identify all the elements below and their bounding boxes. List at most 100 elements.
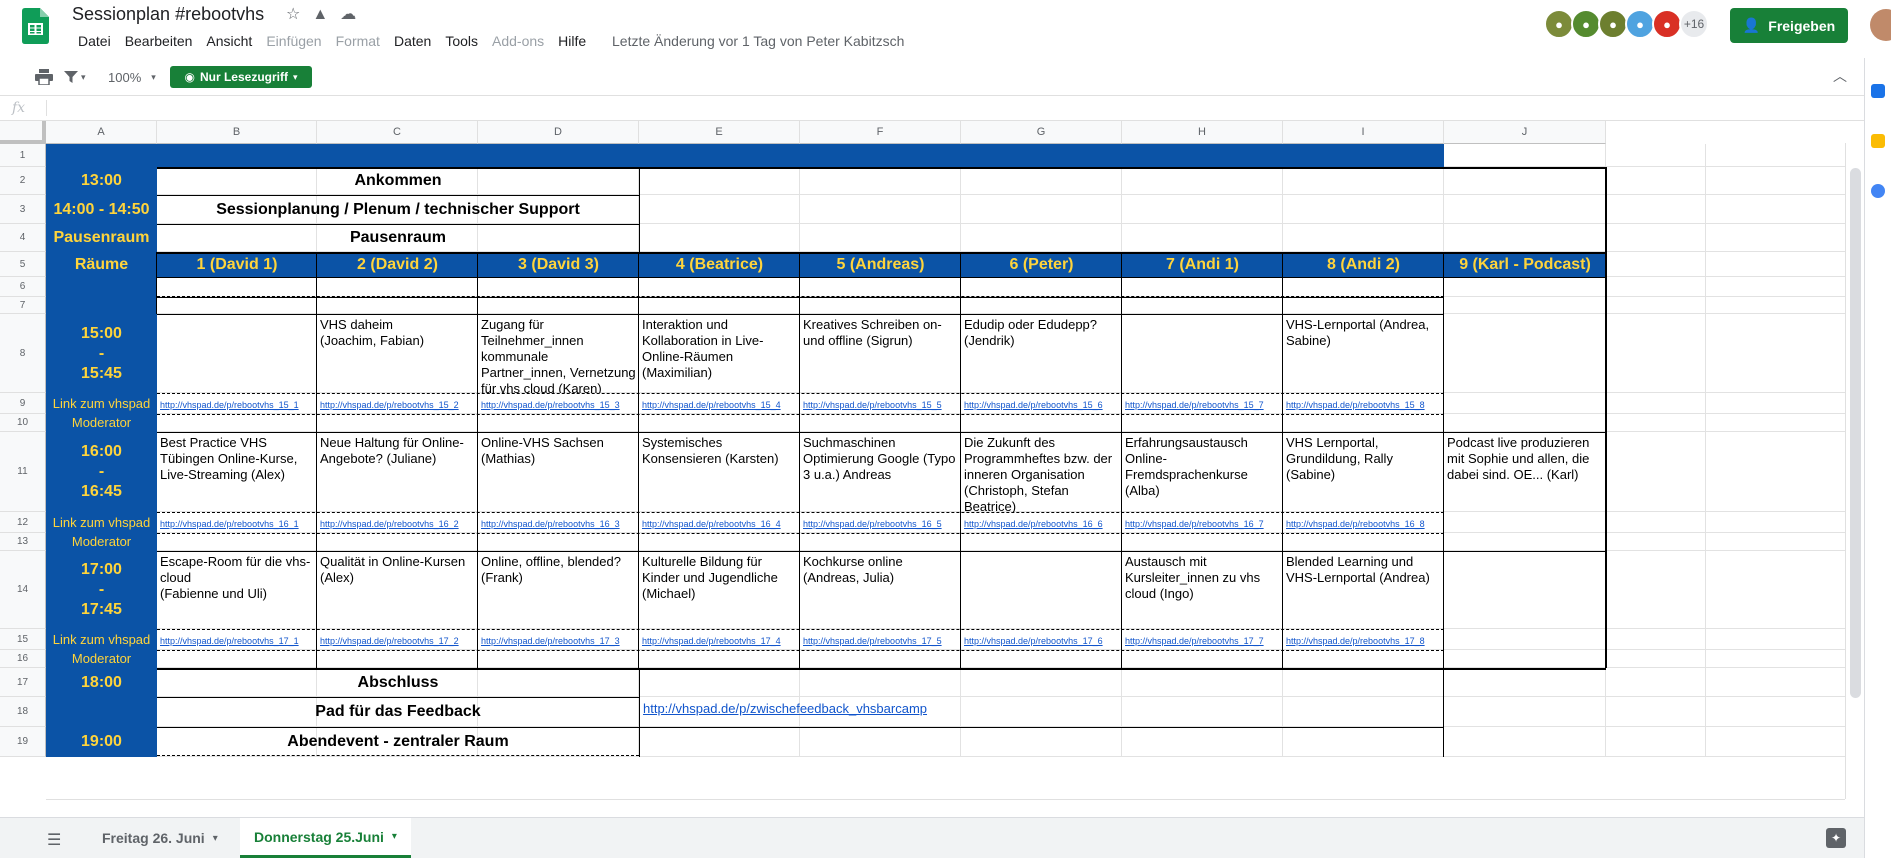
menu-hilfe[interactable]: Hilfe [551,32,593,50]
all-sheets-icon[interactable]: ☰ [47,830,61,850]
account-avatar[interactable] [1870,9,1891,41]
menu-format[interactable]: Format [329,32,387,50]
sheets-logo-icon[interactable] [22,8,49,44]
slot-time-17-00[interactable]: 17:00 - 17:45 [46,551,157,629]
row-header-9[interactable]: 9 [0,393,46,414]
row-header-19[interactable]: 19 [0,727,46,757]
vhspad-link[interactable]: http://vhspad.de/p/rebootvhs_15_7 [1122,393,1283,414]
vhspad-link[interactable]: http://vhspad.de/p/rebootvhs_16_4 [639,512,800,533]
menu-datei[interactable]: Datei [71,32,118,50]
session-cell[interactable]: Podcast live produzieren mit Sophie und … [1444,432,1606,512]
menu-tools[interactable]: Tools [438,32,485,50]
tab-donnerstag[interactable]: Donnerstag 25.Juni ▾ [240,818,411,858]
vhspad-link[interactable]: http://vhspad.de/p/rebootvhs_15_1 [157,393,317,414]
blue-cell[interactable] [46,697,157,727]
vhspad-link[interactable]: http://vhspad.de/p/rebootvhs_16_3 [478,512,639,533]
vhspad-link[interactable]: http://vhspad.de/p/rebootvhs_17_6 [961,629,1122,650]
pause-label[interactable]: Pausenraum [46,224,157,252]
menu-daten[interactable]: Daten [387,32,438,50]
session-cell[interactable]: Neue Haltung für Online-Angebote? (Julia… [317,432,478,512]
session-cell[interactable] [1444,551,1606,629]
avatar[interactable]: ● [1598,9,1628,39]
session-cell[interactable]: Kreatives Schreiben on- und offline (Sig… [800,314,961,393]
vhspad-link[interactable]: http://vhspad.de/p/rebootvhs_16_1 [157,512,317,533]
session-cell[interactable]: VHS daheim (Joachim, Fabian) [317,314,478,393]
session-cell[interactable]: Kulturelle Bildung für Kinder und Jugend… [639,551,800,629]
vhspad-link[interactable]: http://vhspad.de/p/rebootvhs_16_7 [1122,512,1283,533]
formula-input[interactable] [46,100,1854,116]
spreadsheet-grid[interactable]: A B C D E F G H I J 1 2 3 4 5 6 7 8 9 10 11 12 13 14 15 16 17 18 19 1… [0,121,1845,799]
event-pausenraum[interactable]: Pausenraum [157,224,639,252]
event-ankommen[interactable]: Ankommen [157,167,639,195]
room-header-8[interactable]: 8 (Andi 2) [1283,252,1444,277]
session-cell[interactable]: Austausch mit Kursleiter_innen zu vhs cl… [1122,551,1283,629]
calendar-icon[interactable] [1871,84,1885,98]
session-cell[interactable]: Qualität in Online-Kursen (Alex) [317,551,478,629]
vhspad-link[interactable]: http://vhspad.de/p/rebootvhs_15_5 [800,393,961,414]
vhspad-link[interactable]: http://vhspad.de/p/rebootvhs_17_1 [157,629,317,650]
column-header-e[interactable]: E [639,121,800,144]
link-label[interactable]: Link zum vhspad [46,393,157,414]
move-to-drive-icon[interactable]: ▲ [312,5,328,25]
document-title[interactable]: Sessionplan #rebootvhs [72,4,264,25]
last-edit-info[interactable]: Letzte Änderung vor 1 Tag von Peter Kabi… [612,32,904,50]
menu-bearbeiten[interactable]: Bearbeiten [118,32,200,50]
time-19-00[interactable]: 19:00 [46,727,157,757]
room-header-7[interactable]: 7 (Andi 1) [1122,252,1283,277]
row-header-5[interactable]: 5 [0,252,46,277]
avatar[interactable]: ● [1571,9,1601,39]
vhspad-link[interactable]: http://vhspad.de/p/rebootvhs_15_6 [961,393,1122,414]
menu-einfuegen[interactable]: Einfügen [259,32,328,50]
session-cell[interactable] [961,551,1122,629]
collapse-menus-icon[interactable]: ︿ [1833,66,1847,86]
event-sessionplanung[interactable]: Sessionplanung / Plenum / technischer Su… [157,195,639,224]
room-header-2[interactable]: 2 (David 2) [317,252,478,277]
tasks-icon[interactable] [1871,184,1885,198]
time-13-00[interactable]: 13:00 [46,167,157,195]
session-cell[interactable]: VHS Lernportal, Grundildung, Rally (Sabi… [1283,432,1444,512]
column-header-f[interactable]: F [800,121,961,144]
feedback-link[interactable]: http://vhspad.de/p/zwischefeedback_vhsba… [639,697,1283,727]
vhspad-link[interactable]: http://vhspad.de/p/rebootvhs_15_4 [639,393,800,414]
session-cell[interactable]: Interaktion und Kollaboration in Live-On… [639,314,800,393]
column-header-i[interactable]: I [1283,121,1444,144]
session-cell[interactable] [1122,314,1283,393]
blue-cell[interactable] [46,277,157,314]
row-header-3[interactable]: 3 [0,195,46,224]
slot-time-15-00[interactable]: 15:00 - 15:45 [46,314,157,393]
scroll-thumb[interactable] [1850,168,1861,698]
star-icon[interactable]: ☆ [286,5,300,25]
session-cell[interactable]: Escape-Room für die vhs-cloud (Fabienne … [157,551,317,629]
room-header-5[interactable]: 5 (Andreas) [800,252,961,277]
session-cell[interactable]: Edudip oder Edudepp? (Jendrik) [961,314,1122,393]
session-cell[interactable]: Systemisches Konsensieren (Karsten) [639,432,800,512]
row-header-16[interactable]: 16 [0,650,46,668]
row-header-17[interactable]: 17 [0,668,46,697]
session-cell[interactable] [157,314,317,393]
vhspad-link[interactable] [1444,512,1606,533]
vhspad-link[interactable]: http://vhspad.de/p/rebootvhs_16_5 [800,512,961,533]
print-icon[interactable] [35,64,53,90]
vhspad-link[interactable]: http://vhspad.de/p/rebootvhs_17_2 [317,629,478,650]
header-band-cell[interactable] [46,144,157,167]
tab-freitag[interactable]: Freitag 26. Juni ▾ [88,818,232,858]
time-14-00[interactable]: 14:00 - 14:50 [46,195,157,224]
vhspad-link[interactable] [1444,629,1606,650]
column-header-a[interactable]: A [46,121,157,144]
header-band[interactable] [157,144,1444,167]
session-cell[interactable] [1444,314,1606,393]
time-18-00[interactable]: 18:00 [46,668,157,697]
moderator-label[interactable]: Moderator [46,650,157,668]
session-cell[interactable]: VHS-Lernportal (Andrea, Sabine) [1283,314,1444,393]
session-cell[interactable]: Erfahrungsaustausch Online-Fremdsprachen… [1122,432,1283,512]
vhspad-link[interactable]: http://vhspad.de/p/rebootvhs_17_8 [1283,629,1444,650]
room-header-9[interactable]: 9 (Karl - Podcast) [1444,252,1606,277]
select-all-corner[interactable] [0,121,46,144]
vhspad-link[interactable]: http://vhspad.de/p/rebootvhs_15_2 [317,393,478,414]
session-cell[interactable]: Blended Learning und VHS-Lernportal (And… [1283,551,1444,629]
link-label[interactable]: Link zum vhspad [46,512,157,533]
keep-icon[interactable] [1871,134,1885,148]
row-header-14[interactable]: 14 [0,551,46,629]
room-header-1[interactable]: 1 (David 1) [157,252,317,277]
vhspad-link[interactable]: http://vhspad.de/p/rebootvhs_15_3 [478,393,639,414]
